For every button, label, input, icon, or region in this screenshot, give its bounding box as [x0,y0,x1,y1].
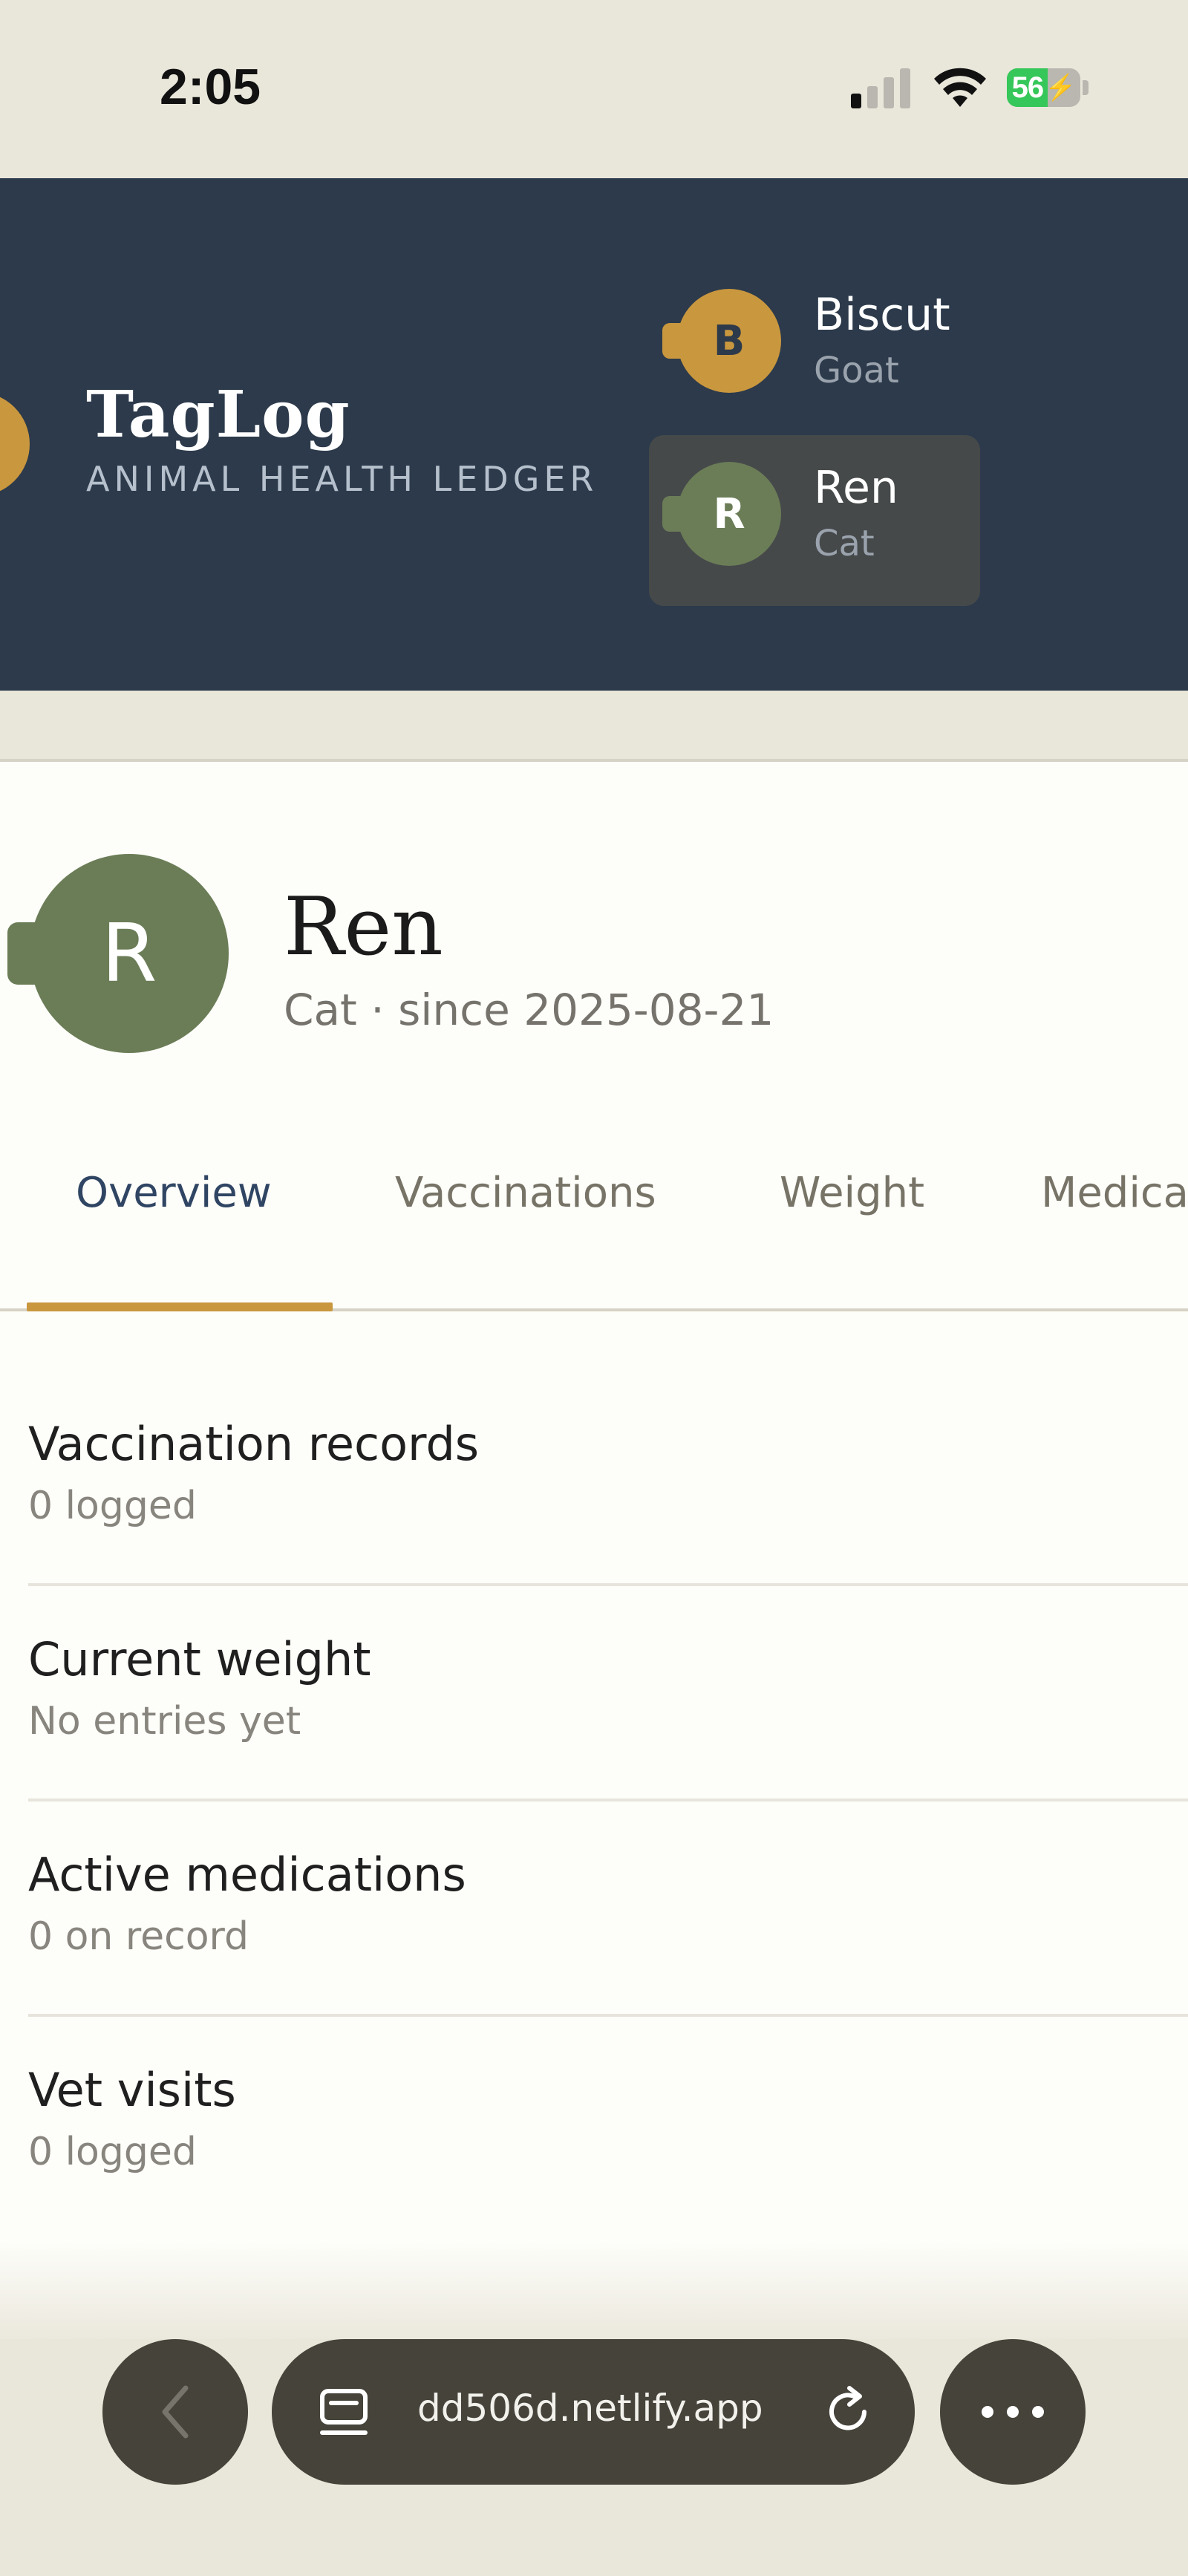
address-text[interactable]: dd506d.netlify.app [417,2387,763,2430]
active-tab-indicator [27,1302,333,1311]
back-button[interactable] [102,2339,248,2485]
summary-current-weight[interactable]: Current weight No entries yet [28,1586,1188,1801]
profile-meta: Cat · since 2025-08-21 [284,985,774,1035]
tab-bar: Overview Vaccinations Weight Medica [0,1133,1188,1311]
signal-icon [851,68,910,108]
more-options-button[interactable] [940,2339,1086,2485]
browser-toolbar: dd506d.netlify.app [0,2339,1188,2576]
profile-avatar: R [7,854,229,1053]
animal-chip-ren[interactable]: R Ren Cat [649,435,980,606]
tab-overview[interactable]: Overview [76,1169,272,1217]
animal-chip-biscut[interactable]: B Biscut Goat [649,262,980,433]
animal-name: Ren [814,462,898,514]
profile-name: Ren [284,881,443,974]
animal-species: Cat [814,523,875,564]
reload-icon[interactable] [820,2384,876,2440]
summary-label: Vet visits [28,2063,236,2117]
summary-vet-visits[interactable]: Vet visits 0 logged [28,2017,1188,2232]
animal-detail-card: R Ren Cat · since 2025-08-21 Overview Va… [0,759,1188,2355]
address-bar[interactable]: dd506d.netlify.app [272,2339,915,2485]
summary-value: 0 on record [28,1914,249,1959]
summary-value: 0 logged [28,2130,197,2174]
animal-species: Goat [814,350,899,391]
animal-name: Biscut [814,289,950,341]
summary-value: 0 logged [28,1484,197,1528]
summary-label: Current weight [28,1632,371,1686]
summary-active-medications[interactable]: Active medications 0 on record [28,1801,1188,2017]
status-bar: 2:05 56 ⚡ [0,0,1188,178]
wifi-icon [934,68,986,107]
brand-subtitle: ANIMAL HEALTH LEDGER [86,459,598,499]
more-dot-icon [982,2406,993,2418]
brand-title: TagLog [86,377,350,452]
chevron-left-icon [162,2385,189,2439]
tab-overview-icon [320,2389,368,2435]
battery-percent: 56 [1011,71,1044,104]
animal-avatar: R [662,462,781,566]
summary-value: No entries yet [28,1699,301,1744]
charging-bolt-icon: ⚡ [1045,74,1076,102]
tab-medications[interactable]: Medica [1041,1169,1188,1217]
tag-logo-icon [0,397,30,492]
summary-label: Active medications [28,1848,466,1902]
status-time: 2:05 [160,59,261,115]
animal-avatar: B [662,289,781,393]
more-dot-icon [1032,2406,1044,2418]
tab-weight[interactable]: Weight [780,1169,924,1217]
app-header: TagLog ANIMAL HEALTH LEDGER B Biscut Goa… [0,178,1188,691]
summary-vaccination-records[interactable]: Vaccination records 0 logged [28,1371,1188,1586]
more-dot-icon [1007,2406,1019,2418]
tab-vaccinations[interactable]: Vaccinations [395,1169,656,1217]
summary-label: Vaccination records [28,1417,480,1471]
battery-indicator: 56 ⚡ [1007,68,1089,107]
